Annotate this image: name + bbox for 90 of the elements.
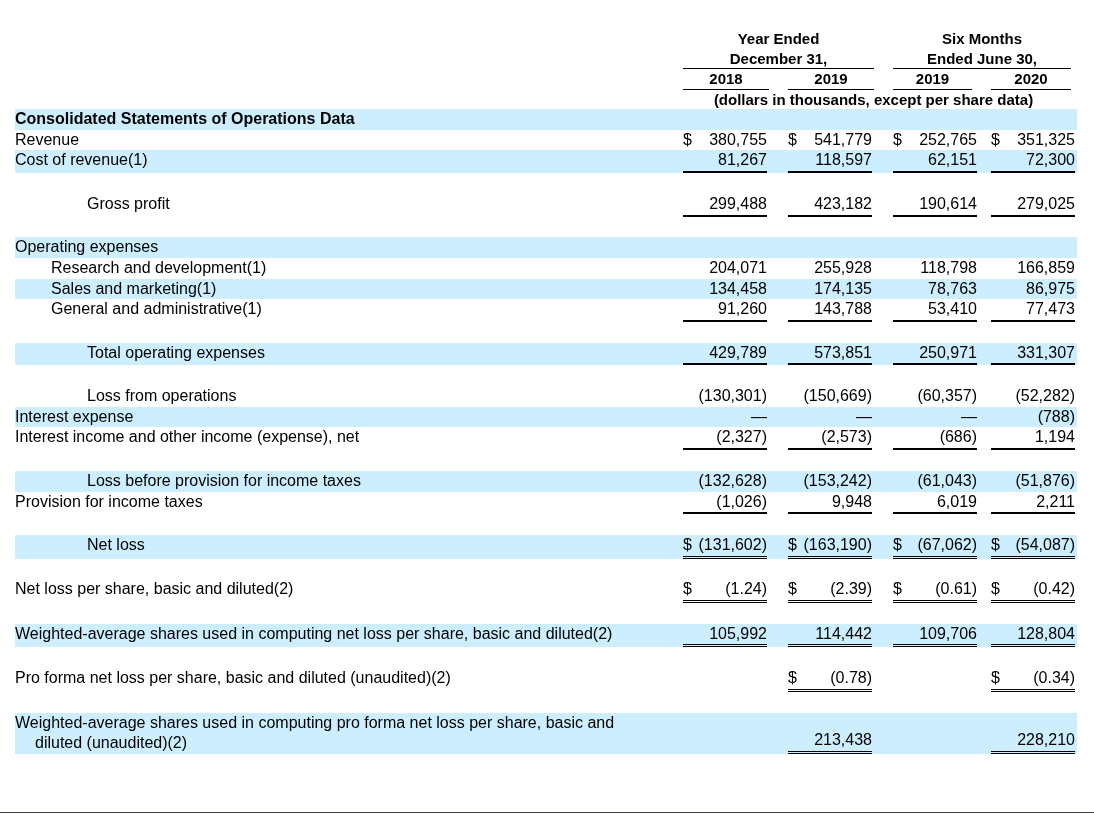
table-cell-text: 174,135 xyxy=(813,278,872,299)
column-heading: 2019 xyxy=(788,69,874,90)
table-cell-text: 134,458 xyxy=(708,278,767,299)
table-cell-text: (51,876) xyxy=(1014,470,1075,491)
table-cell: 118,597 xyxy=(788,150,872,174)
table-cell: $ (0.78) xyxy=(788,668,872,692)
table-cell: 53,410 xyxy=(893,299,977,322)
unit-note: (dollars in thousands, except per share data) xyxy=(712,89,1035,109)
column-heading: 2019 xyxy=(893,69,972,90)
table-cell: 2,211 xyxy=(991,491,1075,515)
row-label: Operating expenses xyxy=(15,237,159,258)
table-cell: $ (67,062) xyxy=(893,534,977,559)
table-cell: $ (0.42) xyxy=(991,579,1075,604)
table-cell-text: (52,282) xyxy=(1014,386,1075,407)
row-label: Interest income and other income (expense), net xyxy=(15,427,360,448)
table-cell-text: — xyxy=(855,406,872,427)
table-cell: 81,267 xyxy=(683,150,767,174)
table-cell-text: (130,301) xyxy=(697,386,767,407)
table-cell: 91,260 xyxy=(683,299,767,322)
table-cell: 128,804 xyxy=(991,623,1075,648)
table-cell: 114,442 xyxy=(788,623,872,648)
row-label: General and administrative(1) xyxy=(51,299,262,320)
table-cell: $ (1.24) xyxy=(683,579,767,604)
table-cell: 1,194 xyxy=(991,427,1075,451)
table-cell-text: 204,071 xyxy=(708,257,767,278)
row-label: Provision for income taxes xyxy=(15,491,203,512)
table-cell-text: — xyxy=(960,406,977,427)
table-cell-text: — xyxy=(750,406,767,427)
column-heading: 2018 xyxy=(683,69,769,90)
table-cell-text: $ 351,325 xyxy=(991,129,1075,150)
column-group-heading: Year Ended December 31, xyxy=(683,29,874,69)
table-cell: 105,992 xyxy=(683,623,767,648)
row-label: Gross profit xyxy=(87,193,170,214)
table-cell: 331,307 xyxy=(991,342,1075,366)
row-label: Weighted-average shares used in computing pro forma net loss per share, basic and diluted (unaudited)(2) xyxy=(15,712,615,754)
table-cell: (1,026) xyxy=(683,491,767,515)
row-label: Sales and marketing(1) xyxy=(51,278,217,299)
table-cell: $ (131,602) xyxy=(683,534,767,559)
table-cell: $ (54,087) xyxy=(991,534,1075,559)
table-cell-text: $ 380,755 xyxy=(683,129,767,150)
table-cell: (686) xyxy=(893,427,977,451)
row-label: Weighted-average shares used in computing net loss per share, basic and diluted(2) xyxy=(15,623,613,644)
row-label: Pro forma net loss per share, basic and diluted (unaudited)(2) xyxy=(15,668,451,689)
table-cell: (2,573) xyxy=(788,427,872,451)
table-cell-text: (132,628) xyxy=(697,470,767,491)
table-cell-text: (60,357) xyxy=(916,386,977,407)
table-cell: 228,210 xyxy=(991,730,1075,754)
row-label: Loss before provision for income taxes xyxy=(87,470,361,491)
table-cell-text: 78,763 xyxy=(927,278,977,299)
table-cell: 190,614 xyxy=(893,193,977,217)
row-label: Net loss per share, basic and diluted(2) xyxy=(15,579,294,600)
row-label: Interest expense xyxy=(15,406,134,427)
table-cell: $ (0.61) xyxy=(893,579,977,604)
table-cell: $ (0.34) xyxy=(991,668,1075,692)
table-cell-text: (150,669) xyxy=(802,386,872,407)
table-cell: 109,706 xyxy=(893,623,977,648)
table-cell: 279,025 xyxy=(991,193,1075,217)
row-label: Cost of revenue(1) xyxy=(15,150,148,171)
table-cell-text: 166,859 xyxy=(1016,257,1075,278)
table-cell: 213,438 xyxy=(788,730,872,754)
table-cell: 250,971 xyxy=(893,342,977,366)
table-cell: 6,019 xyxy=(893,491,977,515)
table-cell: 9,948 xyxy=(788,491,872,515)
row-label: Loss from operations xyxy=(87,386,237,407)
table-cell-text: (788) xyxy=(1036,406,1075,427)
row-label: Total operating expenses xyxy=(87,342,265,363)
row-label: Revenue xyxy=(15,129,80,150)
row-label: Research and development(1) xyxy=(51,257,267,278)
table-cell: $ (2.39) xyxy=(788,579,872,604)
table-cell: 143,788 xyxy=(788,299,872,322)
table-cell: 573,851 xyxy=(788,342,872,366)
table-cell: 62,151 xyxy=(893,150,977,174)
table-cell-text: (153,242) xyxy=(802,470,872,491)
row-label: Net loss xyxy=(87,534,145,555)
table-cell-text: 118,798 xyxy=(919,257,977,278)
table-cell-text: $ 541,779 xyxy=(788,129,872,150)
table-cell: 77,473 xyxy=(991,299,1075,322)
table-cell: 72,300 xyxy=(991,150,1075,174)
table-cell: (2,327) xyxy=(683,427,767,451)
row-label: Consolidated Statements of Operations Data xyxy=(15,109,355,129)
table-cell-text: 86,975 xyxy=(1025,278,1075,299)
table-cell-text: 255,928 xyxy=(813,257,872,278)
table-cell-text: $ 252,765 xyxy=(893,129,977,150)
column-heading: 2020 xyxy=(991,69,1071,90)
column-group-heading: Six Months Ended June 30, xyxy=(893,29,1071,69)
table-cell: 423,182 xyxy=(788,193,872,217)
table-cell: 299,488 xyxy=(683,193,767,217)
table-cell-text: (61,043) xyxy=(916,470,977,491)
table-cell: 429,789 xyxy=(683,342,767,366)
table-cell: $ (163,190) xyxy=(788,534,872,559)
